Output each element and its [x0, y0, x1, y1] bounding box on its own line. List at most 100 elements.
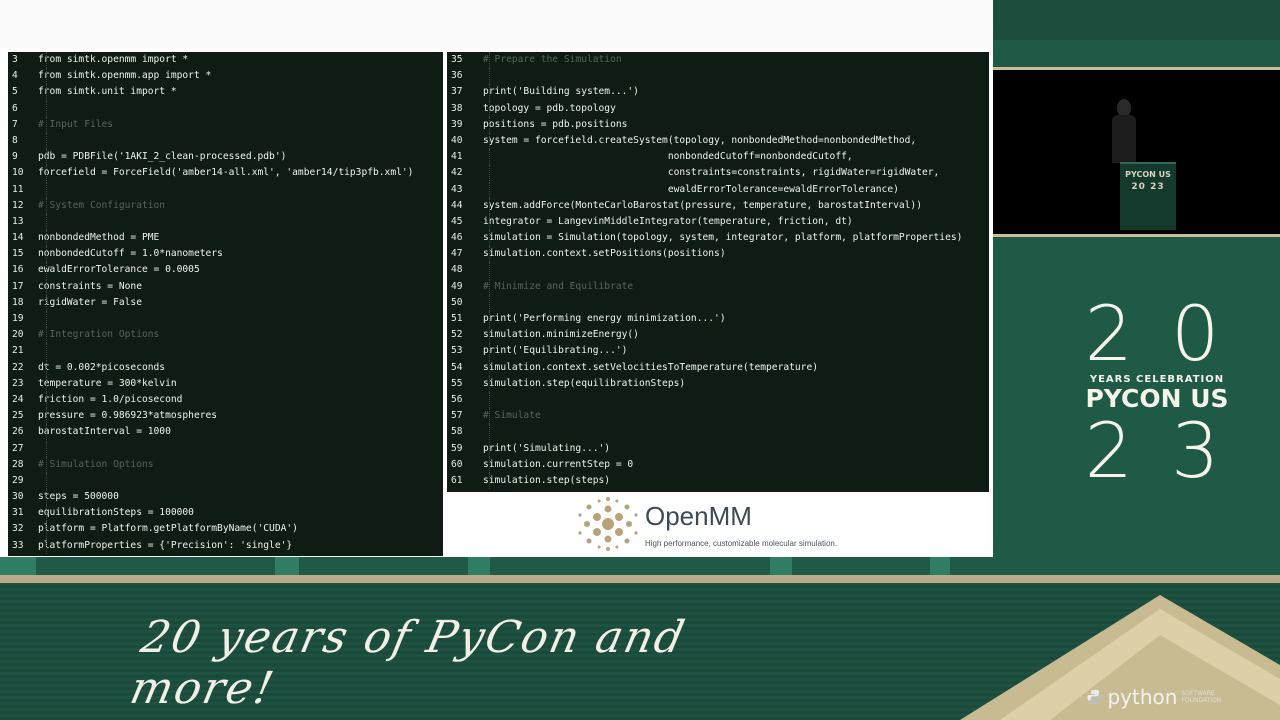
code-line: 56: [447, 391, 989, 408]
indent-guide: [46, 52, 47, 68]
line-number: 40: [451, 134, 463, 146]
code-text: forcefield = ForceField('amber14-all.xml…: [38, 167, 414, 179]
code-text: # System Configuration: [38, 199, 166, 211]
code-text: simulation = Simulation(topology, system…: [483, 232, 963, 244]
code-text: simulation.context.setPositions(position…: [483, 248, 726, 260]
code-line: 37 print('Building system...'): [447, 84, 989, 101]
code-line: 4 from simtk.openmm.app import *: [8, 68, 443, 85]
code-text: pressure = 0.986923*atmospheres: [38, 410, 218, 422]
code-line: 58: [447, 424, 989, 441]
code-text: print('Building system...'): [483, 86, 639, 98]
code-line: 25 pressure = 0.986923*atmospheres: [8, 408, 443, 425]
line-number: 59: [451, 442, 463, 454]
code-line: 30 steps = 500000: [8, 489, 443, 506]
code-line: 19: [8, 311, 443, 327]
indent-guide: [489, 262, 490, 279]
code-text: platformProperties = {'Precision': 'sing…: [38, 539, 293, 551]
code-text: print('Simulating...'): [483, 442, 611, 454]
indent-guide: [489, 472, 490, 489]
code-line: 57 # Simulate: [447, 408, 989, 425]
podium-label: PYCON US: [1125, 170, 1171, 179]
line-number: 45: [451, 215, 463, 227]
line-number: 47: [451, 248, 463, 260]
code-line: 27: [8, 440, 443, 457]
code-line: 49 # Minimize and Equilibrate: [447, 278, 989, 295]
indent-guide: [46, 84, 47, 101]
line-number: 35: [451, 54, 463, 65]
line-number: 7: [12, 118, 18, 130]
code-text: simulation.step(equilibrationSteps): [483, 377, 686, 389]
code-line: 45 integrator = LangevinMiddleIntegrator(…: [447, 213, 989, 230]
line-number: 32: [12, 523, 24, 535]
line-number: 43: [451, 183, 463, 195]
indent-guide: [46, 472, 47, 489]
code-text: print('Equilibrating...'): [483, 345, 628, 357]
indent-guide: [489, 132, 490, 149]
code-line: 16 ewaldErrorTolerance = 0.0005: [8, 262, 443, 279]
indent-guide: [46, 311, 47, 327]
code-line: 52 simulation.minimizeEnergy(): [447, 327, 989, 344]
line-number: 54: [451, 361, 463, 373]
line-number: 56: [451, 393, 463, 405]
openmm-logo: OpenMM High performance, customizable mo…: [577, 495, 877, 553]
line-number: 9: [12, 151, 18, 163]
line-number: 29: [12, 474, 24, 486]
code-line: 50: [447, 294, 989, 311]
indent-guide: [46, 68, 47, 85]
code-line: 22 dt = 0.002*picoseconds: [8, 359, 443, 376]
psf-subtitle: SOFTWARE FOUNDATION: [1181, 690, 1222, 704]
code-line: 3 from simtk.openmm import *: [8, 52, 443, 68]
code-line: 55 simulation.step(equilibrationSteps): [447, 375, 989, 392]
indent-guide: [46, 521, 47, 538]
code-text: integrator = LangevinMiddleIntegrator(te…: [483, 215, 853, 227]
line-number: 15: [12, 248, 24, 260]
code-text: # Simulate: [483, 410, 541, 422]
code-line: 8: [8, 132, 443, 149]
line-number: 5: [12, 86, 18, 98]
code-text: positions = pdb.positions: [483, 118, 628, 130]
psf-logo: python SOFTWARE FOUNDATION: [1086, 683, 1236, 711]
line-number: 3: [12, 54, 18, 65]
line-number: 46: [451, 232, 463, 244]
line-number: 4: [12, 70, 18, 82]
code-line: 5 from simtk.unit import *: [8, 84, 443, 101]
line-number: 23: [12, 377, 24, 389]
code-line: 35 # Prepare the Simulation: [447, 52, 989, 68]
indent-guide: [489, 408, 490, 425]
code-line: 46 simulation = Simulation(topology, syst…: [447, 230, 989, 247]
code-line: 11: [8, 181, 443, 198]
code-text: nonbondedMethod = PME: [38, 232, 160, 244]
indent-guide: [489, 84, 490, 101]
line-number: 52: [451, 329, 463, 341]
code-line: 10 forcefield = ForceField('amber14-all.x…: [8, 165, 443, 182]
podium: PYCON US 20 23: [1120, 162, 1176, 230]
line-number: 55: [451, 377, 463, 389]
indent-guide: [489, 197, 490, 214]
indent-guide: [489, 181, 490, 198]
line-number: 28: [12, 458, 24, 470]
code-line: 43 ewaldErrorTolerance=ewaldErrorToleran…: [447, 181, 989, 198]
indent-guide: [46, 197, 47, 214]
line-number: 41: [451, 151, 463, 163]
tagline: 20 years of PyCon and more!: [125, 612, 691, 714]
indent-guide: [46, 391, 47, 408]
line-number: 8: [12, 134, 18, 146]
indent-guide: [489, 149, 490, 166]
code-text: simulation.minimizeEnergy(): [483, 329, 639, 341]
speaker-body: [1112, 115, 1136, 163]
line-number: 37: [451, 86, 463, 98]
line-number: 49: [451, 280, 463, 292]
molecule-icon: [578, 497, 638, 551]
line-number: 14: [12, 232, 24, 244]
indent-guide: [46, 181, 47, 198]
line-number: 27: [12, 442, 24, 454]
indent-guide: [489, 68, 490, 85]
indent-guide: [489, 311, 490, 327]
code-line: 40 system = forcefield.createSystem(topol…: [447, 132, 989, 149]
code-line: 28 # Simulation Options: [8, 456, 443, 473]
code-text: simulation.step(steps): [483, 474, 611, 486]
line-number: 36: [451, 70, 463, 82]
indent-guide: [46, 165, 47, 182]
divider-band: [0, 575, 1280, 583]
indent-guide: [46, 294, 47, 311]
